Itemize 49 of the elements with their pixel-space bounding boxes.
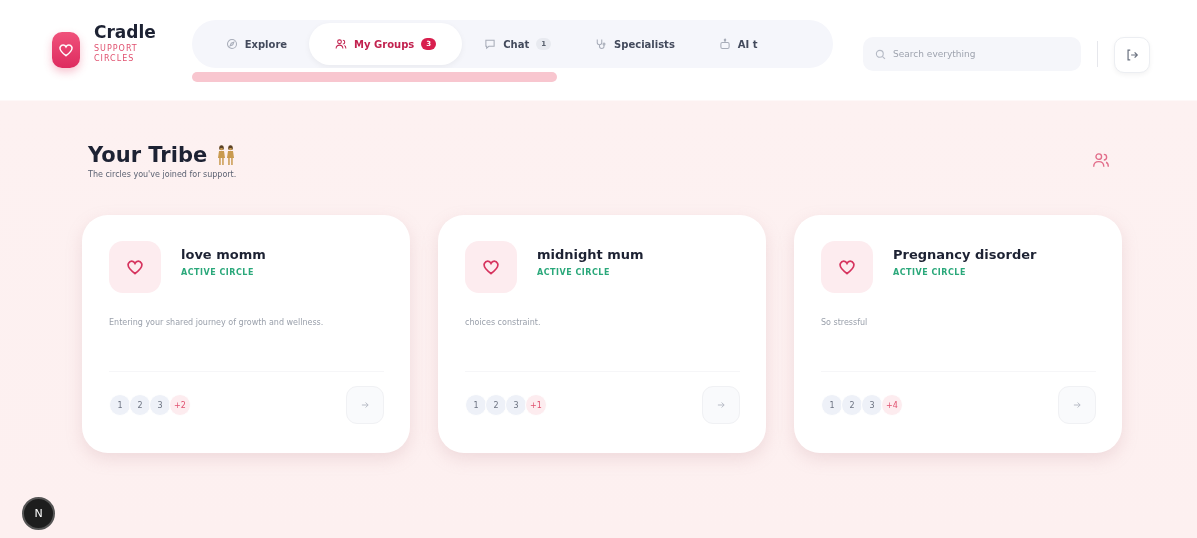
- open-button[interactable]: [346, 386, 384, 424]
- arrow-icon: [360, 400, 370, 410]
- group-status: ACTIVE CIRCLE: [893, 268, 967, 277]
- heart-icon: [821, 241, 873, 293]
- member-avatar: 3: [149, 394, 171, 416]
- group-name: Pregnancy disorder: [893, 247, 1037, 262]
- arrow-icon: [1072, 400, 1082, 410]
- users-icon: [1092, 151, 1110, 169]
- member-count: +2: [169, 394, 191, 416]
- group-status: ACTIVE CIRCLE: [537, 268, 611, 277]
- member-avatar: 1: [821, 394, 843, 416]
- chat-icon: [484, 38, 497, 50]
- compass-icon: [225, 38, 238, 50]
- group-description: choices constraint.: [465, 317, 542, 329]
- brand-tagline: SUPPORT CIRCLES: [94, 44, 139, 64]
- arrow-icon: [716, 400, 726, 410]
- heart-icon: [465, 241, 517, 293]
- logo-icon: [52, 32, 80, 68]
- search-field[interactable]: Search everything: [863, 37, 1082, 71]
- users-icon: [335, 38, 348, 50]
- group-status: ACTIVE CIRCLE: [181, 268, 255, 277]
- member-avatar: 1: [465, 394, 487, 416]
- nav-tab[interactable]: Specialists: [573, 23, 697, 65]
- member-count: +4: [881, 394, 903, 416]
- member-avatar: 3: [861, 394, 883, 416]
- member-count: +1: [525, 394, 547, 416]
- member-avatar: 2: [485, 394, 507, 416]
- search-icon: [875, 49, 887, 60]
- member-avatar: 2: [841, 394, 863, 416]
- member-avatar: 2: [129, 394, 151, 416]
- group-name: love momm: [181, 247, 266, 262]
- heart-icon: [109, 241, 161, 293]
- logout-icon: [1125, 48, 1140, 62]
- nav-tab[interactable]: Explore: [203, 23, 310, 65]
- open-button[interactable]: [1058, 386, 1096, 424]
- stethoscope-icon: [595, 38, 608, 50]
- group-name: midnight mum: [537, 247, 644, 262]
- page-title: Your Tribe: [88, 143, 208, 167]
- nav-tab[interactable]: AI t: [696, 23, 780, 65]
- logout-button[interactable]: [1114, 37, 1150, 73]
- dev-badge[interactable]: N: [22, 497, 55, 530]
- open-button[interactable]: [702, 386, 740, 424]
- brand-name: Cradle: [94, 22, 157, 42]
- member-avatar: 1: [109, 394, 131, 416]
- group-description: Entering your shared journey of growth and wellness.: [109, 317, 325, 329]
- member-avatar: 3: [505, 394, 527, 416]
- group-description: So stressful: [821, 317, 869, 329]
- robot-icon: [718, 38, 731, 50]
- page-subtitle: The circles you've joined for support.: [88, 170, 238, 179]
